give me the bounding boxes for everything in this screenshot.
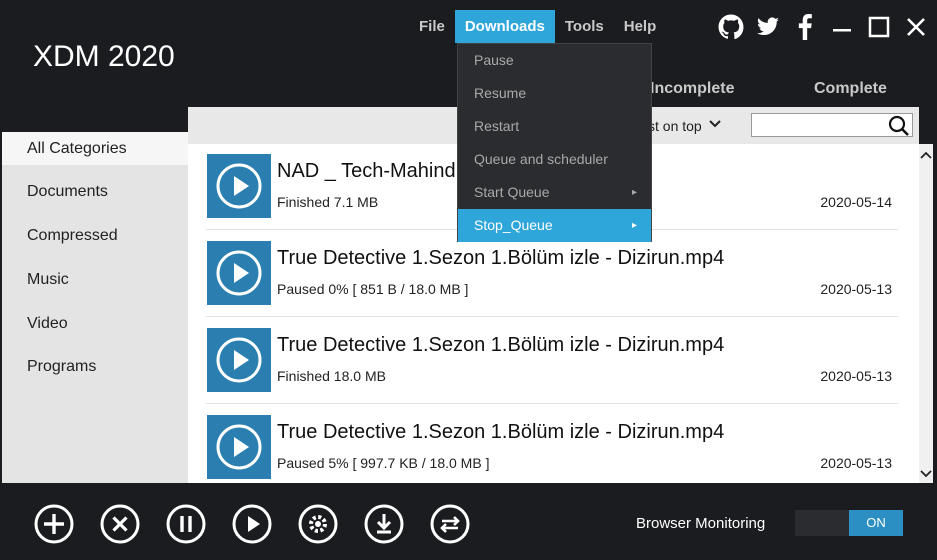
search-icon[interactable] [888,115,910,142]
pause-icon[interactable] [166,504,206,544]
video-file-icon [207,154,271,218]
menu-item-restart[interactable]: Restart [458,110,651,143]
file-status: Paused 0% [ 851 B / 18.0 MB ] [277,281,469,297]
sidebar-item-programs[interactable]: Programs [2,350,188,383]
menu-downloads[interactable]: Downloads [454,10,555,43]
file-status: Finished 7.1 MB [277,194,379,210]
sidebar-item-all-categories[interactable]: All Categories [2,132,188,165]
window-controls [712,12,934,42]
file-status: Paused 5% [ 997.7 KB / 18.0 MB ] [277,455,490,471]
delete-icon[interactable] [100,504,140,544]
menubar: File Downloads Tools Help [409,10,666,43]
file-status: Finished 18.0 MB [277,368,386,384]
file-name: NAD _ Tech-Mahindr [277,160,463,182]
file-date: 2020-05-13 [820,368,892,384]
close-icon[interactable] [897,12,934,42]
maximize-icon[interactable] [860,12,897,42]
resume-icon[interactable] [232,504,272,544]
menu-item-queue-scheduler[interactable]: Queue and scheduler [458,143,651,176]
list-item[interactable]: True Detective 1.Sezon 1.Bölüm izle - Di… [206,405,898,483]
chevron-down-icon[interactable] [919,467,933,481]
settings-icon[interactable] [298,504,338,544]
submenu-arrow-icon: ▸ [631,187,637,198]
file-date: 2020-05-14 [820,194,892,210]
menu-item-pause[interactable]: Pause [458,44,651,77]
sidebar-item-video[interactable]: Video [2,307,188,340]
file-name: True Detective 1.Sezon 1.Bölüm izle - Di… [277,334,725,356]
toggle-state: ON [849,510,903,536]
video-file-icon [207,241,271,305]
menu-item-start-queue[interactable]: Start Queue ▸ [458,176,651,209]
convert-icon[interactable] [430,504,470,544]
sort-label[interactable]: st on top [648,118,702,134]
browser-monitoring-label: Browser Monitoring [636,515,766,532]
chevron-down-icon[interactable] [708,117,722,136]
search-input[interactable] [751,113,913,137]
add-icon[interactable] [34,504,74,544]
menu-tools[interactable]: Tools [555,10,614,43]
file-date: 2020-05-13 [820,455,892,471]
scrollbar[interactable] [919,144,933,483]
menu-item-label: Start Queue [474,184,550,200]
submenu-arrow-icon: ▸ [631,220,637,231]
list-item[interactable]: True Detective 1.Sezon 1.Bölüm izle - Di… [206,231,898,317]
menu-help[interactable]: Help [614,10,667,43]
app-title: XDM 2020 [33,40,175,73]
menu-item-resume[interactable]: Resume [458,77,651,110]
sidebar: All Categories Documents Compressed Musi… [2,132,188,483]
downloads-menu: Pause Resume Restart Queue and scheduler… [457,43,652,242]
download-icon[interactable] [364,504,404,544]
browser-monitoring-toggle[interactable]: ON [795,510,903,536]
github-icon[interactable] [712,12,749,42]
list-item[interactable]: True Detective 1.Sezon 1.Bölüm izle - Di… [206,318,898,404]
facebook-icon[interactable] [786,12,823,42]
file-name: True Detective 1.Sezon 1.Bölüm izle - Di… [277,247,725,269]
file-name: True Detective 1.Sezon 1.Bölüm izle - Di… [277,421,725,443]
video-file-icon [207,328,271,392]
sidebar-item-music[interactable]: Music [2,263,188,296]
twitter-icon[interactable] [749,12,786,42]
menu-item-stop-queue[interactable]: Stop_Queue ▸ [458,209,651,242]
tab-incomplete[interactable]: Incomplete [650,80,734,98]
video-file-icon [207,415,271,479]
sidebar-item-documents[interactable]: Documents [2,175,188,208]
bottom-toolbar: Browser Monitoring ON [0,485,937,560]
minimize-icon[interactable] [823,12,860,42]
menu-file[interactable]: File [409,10,455,43]
menu-item-label: Stop_Queue [474,217,553,233]
chevron-up-icon[interactable] [919,148,933,162]
tab-complete[interactable]: Complete [814,80,887,98]
file-date: 2020-05-13 [820,281,892,297]
sidebar-item-compressed[interactable]: Compressed [2,219,188,252]
